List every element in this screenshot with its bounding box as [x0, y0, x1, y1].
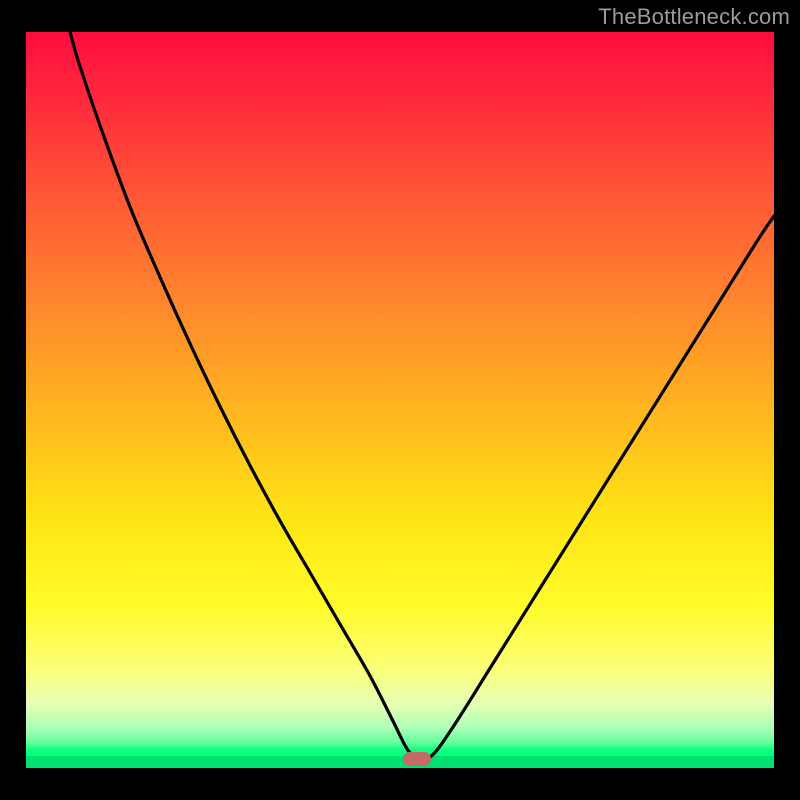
- plot-area: [26, 32, 774, 768]
- optimal-marker: [403, 752, 431, 766]
- watermark-text: TheBottleneck.com: [598, 4, 790, 30]
- chart-frame: TheBottleneck.com: [0, 0, 800, 800]
- bottleneck-curve: [26, 32, 774, 768]
